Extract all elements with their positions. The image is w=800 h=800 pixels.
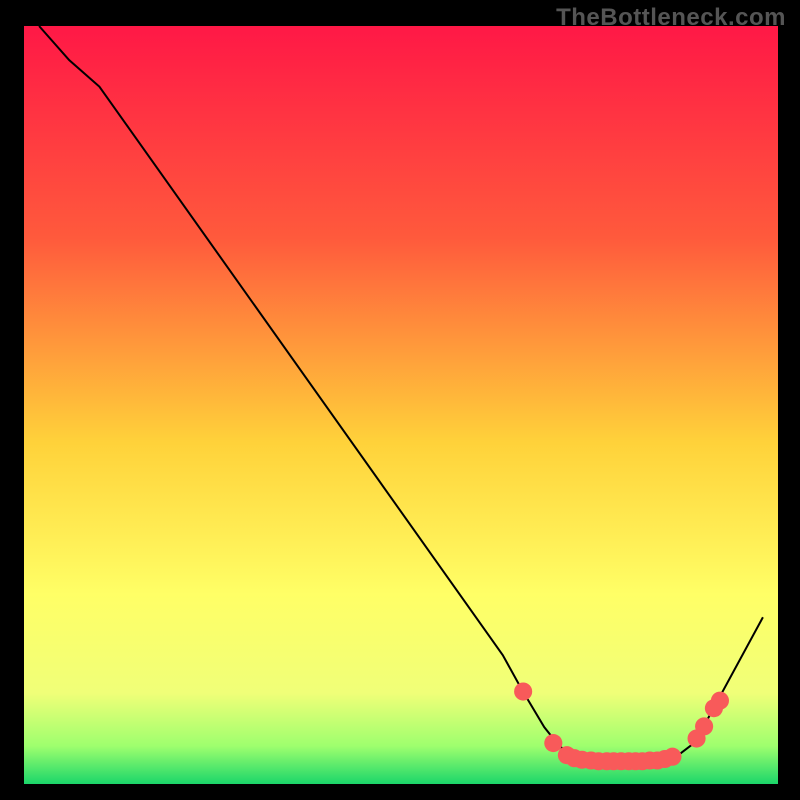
chart-frame: TheBottleneck.com bbox=[0, 0, 800, 800]
watermark-text: TheBottleneck.com bbox=[556, 4, 786, 32]
curve-marker bbox=[544, 734, 562, 752]
bottleneck-chart bbox=[0, 0, 800, 800]
curve-marker bbox=[663, 748, 681, 766]
curve-marker bbox=[695, 717, 713, 735]
curve-marker bbox=[711, 692, 729, 710]
curve-marker bbox=[514, 682, 532, 700]
